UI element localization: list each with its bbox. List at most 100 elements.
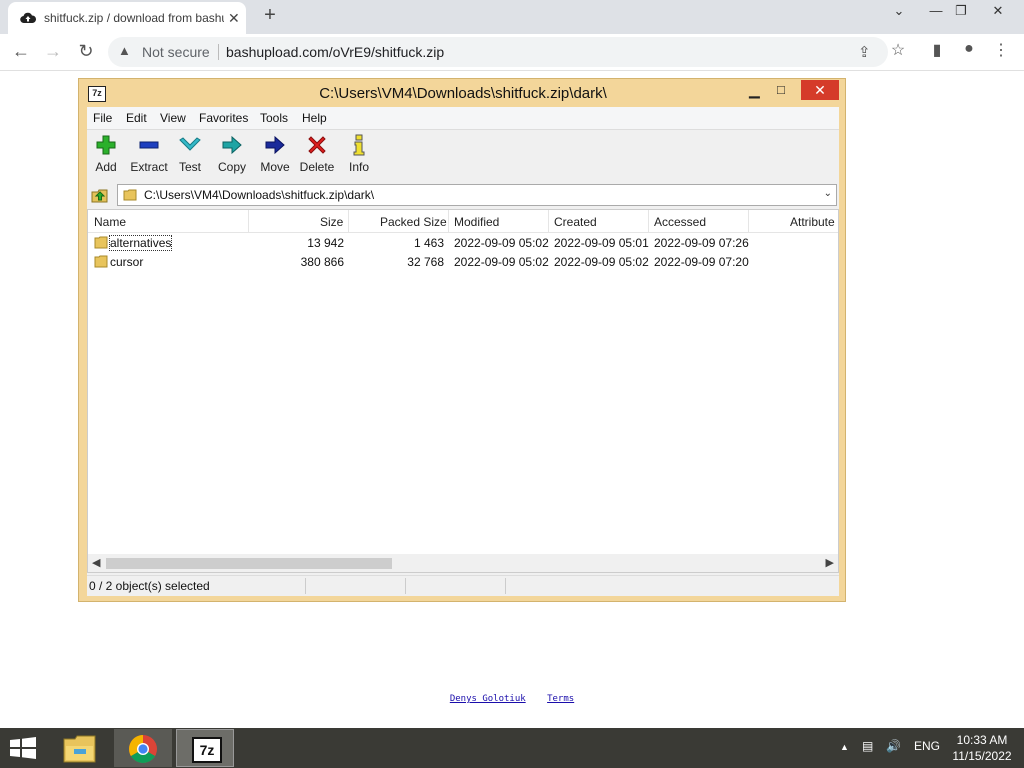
close-icon[interactable]: ✕ [988, 3, 1008, 19]
column-divider[interactable] [748, 210, 749, 232]
scroll-thumb[interactable] [106, 558, 392, 569]
extract-button[interactable]: Extract [127, 134, 171, 180]
url-text[interactable]: bashupload.com/oVrE9/shitfuck.zip [226, 44, 444, 60]
reload-icon[interactable]: ↻ [75, 41, 97, 62]
test-button[interactable]: Test [175, 134, 205, 180]
security-label[interactable]: Not secure [142, 44, 210, 60]
address-bar[interactable]: ▲ Not secure bashupload.com/oVrE9/shitfu… [108, 37, 888, 67]
sevenzip-client: File Edit View Favorites Tools Help Add … [87, 107, 839, 596]
path-bar: C:\Users\VM4\Downloads\shitfuck.zip\dark… [87, 183, 839, 207]
chevron-down-icon[interactable]: ⌄ [824, 188, 832, 199]
menu-help[interactable]: Help [302, 111, 327, 125]
horizontal-scrollbar[interactable]: ◀ ▶ [88, 554, 838, 572]
sevenzip-taskbar-button[interactable]: 7z [176, 729, 234, 767]
column-created[interactable]: Created [554, 215, 597, 229]
menu-file[interactable]: File [93, 111, 112, 125]
forward-arrow-icon[interactable]: → [42, 41, 64, 62]
warning-triangle-icon[interactable]: ▲ [118, 43, 131, 58]
folder-icon [94, 236, 108, 249]
side-panel-icon[interactable]: ▮ [926, 40, 948, 60]
add-button[interactable]: Add [91, 134, 121, 180]
omnibox-divider [218, 44, 219, 60]
sevenzip-window: 7z C:\Users\VM4\Downloads\shitfuck.zip\d… [78, 78, 846, 602]
terms-link[interactable]: Terms [547, 694, 574, 704]
path-text[interactable]: C:\Users\VM4\Downloads\shitfuck.zip\dark… [144, 188, 374, 202]
column-modified[interactable]: Modified [454, 215, 499, 229]
windows-start-icon[interactable] [8, 736, 38, 760]
language-indicator[interactable]: ENG [914, 739, 940, 753]
share-icon[interactable]: ⇪ [858, 43, 871, 61]
row-size: 380 866 [300, 255, 344, 269]
info-icon [353, 134, 365, 156]
scroll-left-icon[interactable]: ◀ [92, 556, 100, 569]
menu-favorites[interactable]: Favorites [199, 111, 248, 125]
column-name[interactable]: Name [94, 215, 126, 229]
copy-button[interactable]: Copy [215, 134, 249, 180]
column-divider[interactable] [348, 210, 349, 232]
tab-close-icon[interactable]: ✕ [228, 10, 240, 27]
back-arrow-icon[interactable]: ← [10, 41, 32, 62]
clock-date: 11/15/2022 [952, 749, 1012, 763]
status-divider [305, 578, 306, 594]
row-name[interactable]: cursor [110, 255, 143, 269]
chrome-icon [129, 735, 157, 763]
author-link[interactable]: Denys Golotiuk [450, 694, 526, 704]
window-maximize-icon[interactable]: □ [777, 82, 785, 97]
network-icon[interactable]: ▤ [862, 739, 873, 753]
row-packed-size: 32 768 [407, 255, 444, 269]
column-divider[interactable] [548, 210, 549, 232]
row-accessed: 2022-09-09 07:26 [654, 236, 749, 250]
tray-chevron-up-icon[interactable]: ▲ [840, 742, 849, 752]
table-row[interactable]: alternatives 13 942 1 463 2022-09-09 05:… [88, 234, 838, 253]
bookmark-star-icon[interactable]: ☆ [887, 40, 909, 60]
status-bar: 0 / 2 object(s) selected [87, 575, 839, 596]
sevenzip-taskbar-icon: 7z [192, 737, 222, 763]
tab-title: shitfuck.zip / download from bashupload [44, 11, 224, 25]
column-divider[interactable] [248, 210, 249, 232]
column-size[interactable]: Size [320, 215, 343, 229]
row-created: 2022-09-09 05:01 [554, 236, 649, 250]
copy-arrow-icon [222, 135, 242, 155]
row-modified: 2022-09-09 05:02 [454, 255, 549, 269]
table-row[interactable]: cursor 380 866 32 768 2022-09-09 05:02 2… [88, 253, 838, 272]
row-packed-size: 1 463 [413, 236, 444, 250]
column-divider[interactable] [448, 210, 449, 232]
test-check-icon [179, 137, 201, 151]
column-attributes[interactable]: Attribute [790, 215, 835, 229]
taskbar-clock[interactable]: 10:33 AM 11/15/2022 [946, 732, 1018, 764]
browser-tab[interactable]: shitfuck.zip / download from bashupload … [8, 2, 246, 34]
chrome-taskbar-button[interactable] [114, 729, 172, 767]
sevenzip-title: C:\Users\VM4\Downloads\shitfuck.zip\dark… [319, 85, 607, 102]
info-button[interactable]: Info [345, 134, 373, 180]
column-divider[interactable] [648, 210, 649, 232]
scroll-right-icon[interactable]: ▶ [826, 556, 834, 569]
browser-tab-strip: shitfuck.zip / download from bashupload … [0, 0, 1024, 34]
file-list[interactable]: Name Size Packed Size Modified Created A… [87, 209, 839, 573]
tab-search-chevron-icon[interactable]: ⌄ [889, 3, 909, 19]
menu-kebab-icon[interactable]: ⋮ [990, 40, 1012, 60]
page-footer: Denys Golotiuk Terms [0, 694, 1024, 704]
volume-icon[interactable]: 🔊 [886, 739, 901, 753]
column-packed-size[interactable]: Packed Size [380, 215, 447, 229]
cloud-upload-icon [20, 12, 36, 24]
profile-avatar-icon[interactable]: ● [958, 40, 980, 58]
path-combobox[interactable]: C:\Users\VM4\Downloads\shitfuck.zip\dark… [117, 184, 837, 206]
file-explorer-icon[interactable] [62, 734, 98, 764]
move-button[interactable]: Move [257, 134, 293, 180]
menu-view[interactable]: View [160, 111, 186, 125]
browser-toolbar: ← → ↻ ▲ Not secure bashupload.com/oVrE9/… [0, 34, 1024, 71]
restore-icon[interactable]: ❐ [951, 3, 971, 19]
folder-up-icon[interactable] [91, 186, 109, 204]
minimize-icon[interactable]: — [926, 3, 946, 18]
menu-tools[interactable]: Tools [260, 111, 288, 125]
delete-button[interactable]: Delete [299, 134, 335, 180]
menu-edit[interactable]: Edit [126, 111, 147, 125]
row-modified: 2022-09-09 05:02 [454, 236, 549, 250]
column-accessed[interactable]: Accessed [654, 215, 706, 229]
new-tab-button[interactable]: + [260, 4, 280, 27]
row-size: 13 942 [307, 236, 344, 250]
window-close-button[interactable]: ✕ [801, 80, 839, 100]
row-name[interactable]: alternatives [108, 235, 173, 251]
window-minimize-icon[interactable]: ▁ [749, 82, 760, 99]
windows-taskbar: 7z ▲ ▤ 🔊 ENG 10:33 AM 11/15/2022 [0, 728, 1024, 768]
